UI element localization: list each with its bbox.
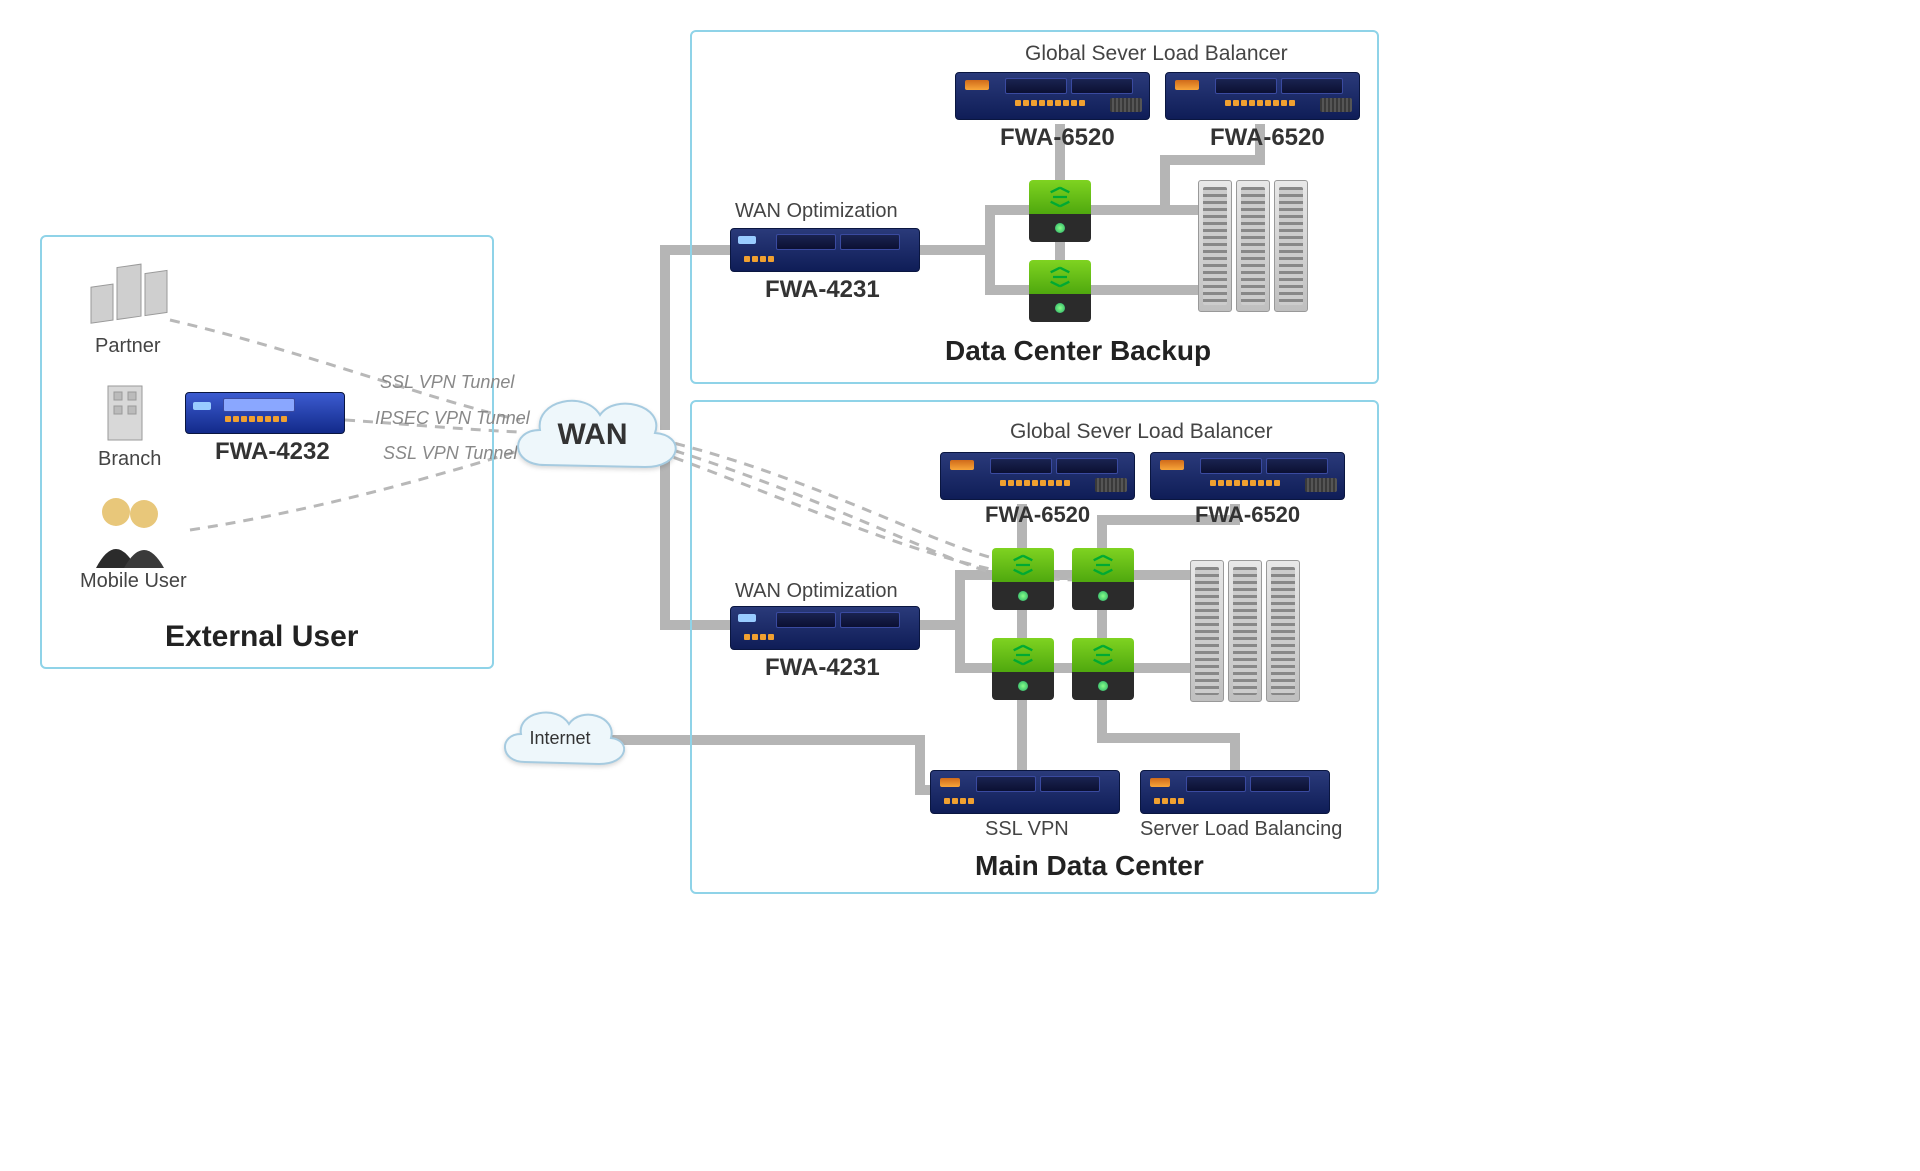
vpn-label-ssl2: SSL VPN Tunnel bbox=[383, 443, 517, 464]
mobile-user-icon bbox=[82, 490, 182, 575]
main-switch-bl bbox=[992, 638, 1054, 700]
appliance-main-6520-a bbox=[940, 452, 1135, 500]
main-server-rack bbox=[1190, 560, 1300, 700]
branch-label: Branch bbox=[98, 448, 161, 471]
backup-gslb-title: Global Sever Load Balancer bbox=[1025, 42, 1288, 66]
backup-switch-2 bbox=[1029, 260, 1091, 322]
main-6520-b-label: FWA-6520 bbox=[1195, 502, 1300, 528]
vpn-label-ssl1: SSL VPN Tunnel bbox=[380, 372, 514, 393]
slb-label: Server Load Balancing bbox=[1140, 818, 1342, 841]
fwa4232-label: FWA-4232 bbox=[215, 438, 330, 466]
backup-4231-label: FWA-4231 bbox=[765, 276, 880, 304]
appliance-backup-4231 bbox=[730, 228, 920, 272]
appliance-fwa4232 bbox=[185, 392, 345, 434]
ssl-vpn-label: SSL VPN bbox=[985, 818, 1069, 841]
appliance-main-6520-b bbox=[1150, 452, 1345, 500]
wan-label: WAN bbox=[505, 385, 680, 485]
backup-6520-b-label: FWA-6520 bbox=[1210, 124, 1325, 152]
zone-title-backup: Data Center Backup bbox=[945, 335, 1211, 367]
appliance-backup-6520-a bbox=[955, 72, 1150, 120]
wan-cloud: WAN bbox=[505, 385, 680, 485]
main-switch-br bbox=[1072, 638, 1134, 700]
backup-wanopt-title: WAN Optimization bbox=[735, 200, 898, 223]
zone-title-main: Main Data Center bbox=[975, 850, 1204, 882]
main-switch-tr bbox=[1072, 548, 1134, 610]
main-wanopt-title: WAN Optimization bbox=[735, 580, 898, 603]
partner-label: Partner bbox=[95, 335, 161, 358]
main-6520-a-label: FWA-6520 bbox=[985, 502, 1090, 528]
zone-title-external: External User bbox=[165, 620, 358, 654]
backup-server-rack bbox=[1198, 180, 1308, 310]
appliance-backup-6520-b bbox=[1165, 72, 1360, 120]
internet-label: Internet bbox=[495, 700, 625, 776]
main-gslb-title: Global Sever Load Balancer bbox=[1010, 420, 1273, 444]
backup-switch-1 bbox=[1029, 180, 1091, 242]
appliance-main-4231 bbox=[730, 606, 920, 650]
appliance-ssl-vpn bbox=[930, 770, 1120, 814]
main-switch-tl bbox=[992, 548, 1054, 610]
branch-icon bbox=[100, 380, 150, 446]
main-4231-label: FWA-4231 bbox=[765, 654, 880, 682]
backup-6520-a-label: FWA-6520 bbox=[1000, 124, 1115, 152]
partner-icon bbox=[85, 260, 175, 330]
internet-cloud: Internet bbox=[495, 700, 625, 776]
mobile-user-label: Mobile User bbox=[80, 570, 187, 593]
appliance-slb bbox=[1140, 770, 1330, 814]
